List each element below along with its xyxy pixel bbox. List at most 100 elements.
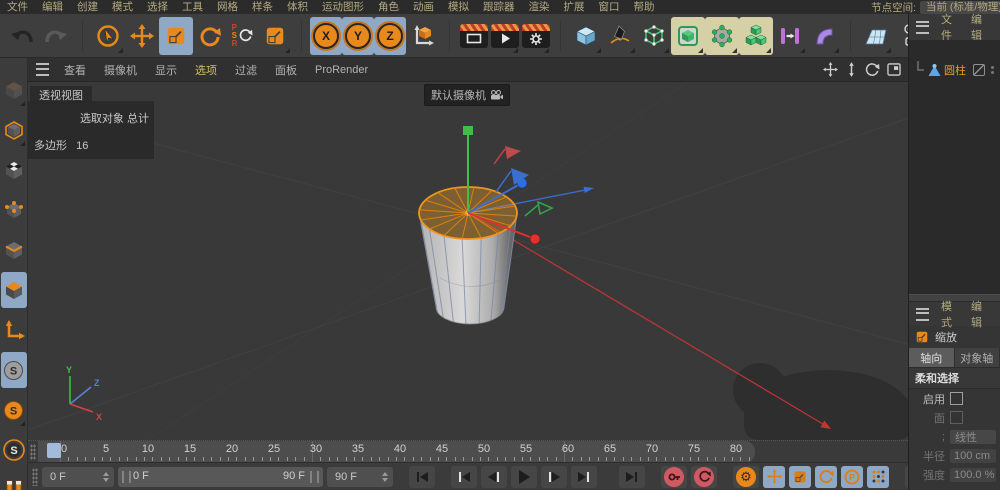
range-start-grip[interactable] xyxy=(122,471,131,483)
array-button[interactable] xyxy=(739,17,773,55)
move-tool[interactable] xyxy=(125,17,159,55)
vmenu-prorender[interactable]: ProRender xyxy=(306,64,377,76)
undo-button[interactable] xyxy=(5,17,39,55)
radius-value-field[interactable]: 100 cm xyxy=(950,449,996,463)
frame-range-slider[interactable]: 0 F 90 F xyxy=(118,467,323,487)
gizmo-x-handle[interactable] xyxy=(530,234,540,244)
gizmo-y-handle[interactable] xyxy=(463,126,473,135)
metaball-button[interactable] xyxy=(705,17,739,55)
attribute-manager-menu-icon[interactable] xyxy=(916,308,929,321)
soft-selection-section[interactable]: 柔和选择 xyxy=(909,367,1000,389)
spline-pen-button[interactable] xyxy=(603,17,637,55)
om-menu-edit[interactable]: 编辑 xyxy=(965,11,995,43)
subdivision-surface-button[interactable] xyxy=(637,17,671,55)
strength-value-field[interactable]: 100.0 % xyxy=(950,468,996,482)
vmenu-display[interactable]: 显示 xyxy=(146,62,186,78)
render-picture-viewer-button[interactable] xyxy=(489,17,520,55)
z-axis-lock-button[interactable]: Z xyxy=(374,17,406,55)
keyframe-rotation-button[interactable] xyxy=(815,466,837,488)
points-mode-button[interactable] xyxy=(1,192,27,228)
vmenu-panel[interactable]: 面板 xyxy=(266,62,306,78)
go-to-start-button[interactable] xyxy=(409,466,435,488)
make-editable-button[interactable] xyxy=(1,72,27,108)
next-key-button[interactable] xyxy=(571,466,597,488)
object-name[interactable]: 圆柱 xyxy=(944,62,966,78)
keyframe-position-button[interactable] xyxy=(763,466,785,488)
frame-spinner-icon[interactable] xyxy=(376,472,388,482)
menu-mograph[interactable]: 运动图形 xyxy=(315,0,371,14)
transport-drag-handle[interactable] xyxy=(32,468,38,486)
menu-edit[interactable]: 编辑 xyxy=(35,0,70,14)
redo-button[interactable] xyxy=(39,17,73,55)
viewport-solo-single-button[interactable]: S xyxy=(1,392,27,428)
menu-character[interactable]: 角色 xyxy=(371,0,406,14)
menu-spline[interactable]: 样条 xyxy=(245,0,280,14)
model-mode-button[interactable] xyxy=(1,112,27,148)
snap-magnet-button[interactable] xyxy=(1,472,27,490)
menu-mesh[interactable]: 网格 xyxy=(210,0,245,14)
viewport-solo-hierarchy-button[interactable]: S xyxy=(1,432,27,468)
polygons-mode-button[interactable] xyxy=(1,272,27,308)
viewport-menu-icon[interactable] xyxy=(36,63,49,76)
symmetry-button[interactable] xyxy=(773,17,807,55)
psr-tool[interactable]: P S R xyxy=(227,17,258,55)
render-view-button[interactable] xyxy=(458,17,489,55)
current-frame-field[interactable]: 0 F xyxy=(42,467,114,487)
object-layer-toggle-icon[interactable] xyxy=(973,64,985,76)
coordinate-system-button[interactable] xyxy=(406,17,440,55)
object-row-cylinder[interactable]: 圆柱 xyxy=(911,60,1000,80)
end-frame-field[interactable]: 90 F xyxy=(327,467,393,487)
instance-button[interactable] xyxy=(671,17,705,55)
keyframe-scale-button[interactable] xyxy=(789,466,811,488)
viewport-pan-icon[interactable] xyxy=(822,62,839,78)
camera-label[interactable]: 默认摄像机 xyxy=(424,84,510,106)
rotate-tool[interactable] xyxy=(193,17,227,55)
record-keyframe-button[interactable] xyxy=(661,466,687,488)
menu-mode[interactable]: 模式 xyxy=(105,0,140,14)
menu-window[interactable]: 窗口 xyxy=(592,0,627,14)
live-selection-tool[interactable] xyxy=(91,17,125,55)
floor-button[interactable] xyxy=(859,17,893,55)
object-manager-list[interactable]: 圆柱 xyxy=(909,40,1000,294)
menu-tracker[interactable]: 跟踪器 xyxy=(476,0,522,14)
menu-simulate[interactable]: 模拟 xyxy=(441,0,476,14)
keyframe-parameter-button[interactable]: P xyxy=(841,466,863,488)
menu-select[interactable]: 选择 xyxy=(140,0,175,14)
viewport-zoom-icon[interactable] xyxy=(843,62,860,78)
add-primitive-cube-button[interactable] xyxy=(569,17,603,55)
edges-mode-button[interactable] xyxy=(1,232,27,268)
autokeying-button[interactable] xyxy=(691,466,717,488)
timeline-playhead[interactable] xyxy=(47,443,61,458)
object-manager-menu-icon[interactable] xyxy=(916,21,929,34)
menu-create[interactable]: 创建 xyxy=(70,0,105,14)
surface-checkbox[interactable] xyxy=(950,411,963,424)
center-axis-button[interactable] xyxy=(893,17,908,55)
viewport-canvas[interactable]: Y Z X 透视视图 选取对象 总计 多边形 16 默认摄像机 xyxy=(28,82,908,440)
viewport-toggle-icon[interactable] xyxy=(885,62,902,78)
keyframe-pla-button[interactable] xyxy=(867,466,889,488)
enable-checkbox[interactable] xyxy=(950,392,963,405)
vmenu-view[interactable]: 查看 xyxy=(55,62,95,78)
menu-tools[interactable]: 工具 xyxy=(175,0,210,14)
vmenu-cameras[interactable]: 摄像机 xyxy=(95,62,146,78)
tab-object-axis[interactable]: 对象轴 xyxy=(955,348,1000,367)
object-enable-dots-icon[interactable] xyxy=(991,66,994,74)
menu-volume[interactable]: 体积 xyxy=(280,0,315,14)
falloff-dropdown[interactable]: 线性 xyxy=(950,430,996,444)
menu-file[interactable]: 文件 xyxy=(0,0,35,14)
node-space-dropdown[interactable]: 当前 (标准/物理) xyxy=(920,1,1000,14)
viewport-rotate-icon[interactable] xyxy=(864,62,881,78)
texture-mode-button[interactable] xyxy=(1,152,27,188)
frame-spinner-icon[interactable] xyxy=(97,472,109,482)
x-axis-lock-button[interactable]: X xyxy=(310,17,342,55)
menu-render[interactable]: 渲染 xyxy=(522,0,557,14)
timeline-ruler[interactable]: 05101520253035404550556065707580 xyxy=(38,441,755,463)
previous-frame-button[interactable] xyxy=(481,466,507,488)
y-axis-lock-button[interactable]: Y xyxy=(342,17,374,55)
vmenu-options[interactable]: 选项 xyxy=(186,62,226,78)
viewport-solo-off-button[interactable]: S xyxy=(1,352,27,388)
range-end-grip[interactable] xyxy=(310,471,319,483)
menu-help[interactable]: 帮助 xyxy=(627,0,662,14)
menu-animate[interactable]: 动画 xyxy=(406,0,441,14)
go-to-end-button[interactable] xyxy=(619,466,645,488)
